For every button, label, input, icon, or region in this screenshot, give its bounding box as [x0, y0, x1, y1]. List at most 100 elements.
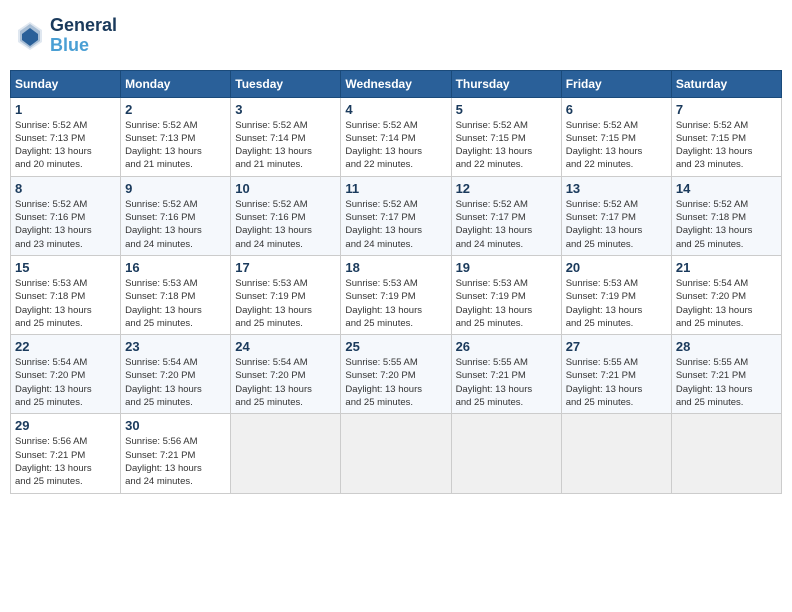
day-number: 10 — [235, 181, 336, 196]
day-info: Sunrise: 5:52 AM Sunset: 7:16 PM Dayligh… — [235, 198, 336, 251]
day-info: Sunrise: 5:54 AM Sunset: 7:20 PM Dayligh… — [676, 277, 777, 330]
calendar-cell: 15Sunrise: 5:53 AM Sunset: 7:18 PM Dayli… — [11, 255, 121, 334]
day-info: Sunrise: 5:52 AM Sunset: 7:15 PM Dayligh… — [676, 119, 777, 172]
day-info: Sunrise: 5:55 AM Sunset: 7:21 PM Dayligh… — [456, 356, 557, 409]
day-number: 13 — [566, 181, 667, 196]
weekday-header: Monday — [121, 70, 231, 97]
day-number: 3 — [235, 102, 336, 117]
day-number: 2 — [125, 102, 226, 117]
calendar-cell: 20 Sunrise: 5:53 AM Sunset: 7:19 PM Dayli… — [561, 255, 671, 334]
calendar-cell: 25 Sunrise: 5:55 AM Sunset: 7:20 PM Dayli… — [341, 335, 451, 414]
weekday-header: Saturday — [671, 70, 781, 97]
calendar-cell: 23 Sunrise: 5:54 AM Sunset: 7:20 PM Dayli… — [121, 335, 231, 414]
day-info: Sunrise: 5:52 AM Sunset: 7:16 PM Dayligh… — [125, 198, 226, 251]
day-info: Sunrise: 5:52 AM Sunset: 7:15 PM Dayligh… — [566, 119, 667, 172]
calendar-cell: 5 Sunrise: 5:52 AM Sunset: 7:15 PM Daylig… — [451, 97, 561, 176]
calendar-cell: 2Sunrise: 5:52 AM Sunset: 7:13 PM Daylig… — [121, 97, 231, 176]
calendar-cell: 6 Sunrise: 5:52 AM Sunset: 7:15 PM Daylig… — [561, 97, 671, 176]
day-number: 4 — [345, 102, 446, 117]
calendar-cell: 4 Sunrise: 5:52 AM Sunset: 7:14 PM Daylig… — [341, 97, 451, 176]
day-info: Sunrise: 5:52 AM Sunset: 7:14 PM Dayligh… — [235, 119, 336, 172]
calendar-cell — [451, 414, 561, 493]
day-info: Sunrise: 5:55 AM Sunset: 7:20 PM Dayligh… — [345, 356, 446, 409]
calendar-cell: 14Sunrise: 5:52 AM Sunset: 7:18 PM Dayli… — [671, 176, 781, 255]
day-number: 11 — [345, 181, 446, 196]
weekday-header: Sunday — [11, 70, 121, 97]
day-number: 23 — [125, 339, 226, 354]
day-info: Sunrise: 5:53 AM Sunset: 7:18 PM Dayligh… — [125, 277, 226, 330]
day-number: 25 — [345, 339, 446, 354]
calendar-cell: 10 Sunrise: 5:52 AM Sunset: 7:16 PM Dayli… — [231, 176, 341, 255]
calendar-cell: 1 Sunrise: 5:52 AM Sunset: 7:13 PM Daylig… — [11, 97, 121, 176]
logo: General Blue — [14, 16, 117, 56]
calendar-cell: 27Sunrise: 5:55 AM Sunset: 7:21 PM Dayli… — [561, 335, 671, 414]
day-info: Sunrise: 5:54 AM Sunset: 7:20 PM Dayligh… — [125, 356, 226, 409]
calendar-cell: 19Sunrise: 5:53 AM Sunset: 7:19 PM Dayli… — [451, 255, 561, 334]
day-number: 1 — [15, 102, 116, 117]
day-info: Sunrise: 5:53 AM Sunset: 7:19 PM Dayligh… — [235, 277, 336, 330]
day-number: 7 — [676, 102, 777, 117]
calendar-cell: 16 Sunrise: 5:53 AM Sunset: 7:18 PM Dayli… — [121, 255, 231, 334]
calendar-cell: 3 Sunrise: 5:52 AM Sunset: 7:14 PM Daylig… — [231, 97, 341, 176]
day-number: 28 — [676, 339, 777, 354]
day-info: Sunrise: 5:52 AM Sunset: 7:18 PM Dayligh… — [676, 198, 777, 251]
day-number: 24 — [235, 339, 336, 354]
day-info: Sunrise: 5:53 AM Sunset: 7:19 PM Dayligh… — [345, 277, 446, 330]
day-info: Sunrise: 5:53 AM Sunset: 7:18 PM Dayligh… — [15, 277, 116, 330]
day-number: 9 — [125, 181, 226, 196]
calendar-cell: 12 Sunrise: 5:52 AM Sunset: 7:17 PM Dayli… — [451, 176, 561, 255]
day-info: Sunrise: 5:52 AM Sunset: 7:15 PM Dayligh… — [456, 119, 557, 172]
calendar-week-row: 29 Sunrise: 5:56 AM Sunset: 7:21 PM Dayli… — [11, 414, 782, 493]
day-info: Sunrise: 5:52 AM Sunset: 7:14 PM Dayligh… — [345, 119, 446, 172]
day-number: 22 — [15, 339, 116, 354]
day-number: 19 — [456, 260, 557, 275]
calendar-cell: 24Sunrise: 5:54 AM Sunset: 7:20 PM Dayli… — [231, 335, 341, 414]
day-info: Sunrise: 5:55 AM Sunset: 7:21 PM Dayligh… — [676, 356, 777, 409]
day-info: Sunrise: 5:52 AM Sunset: 7:17 PM Dayligh… — [566, 198, 667, 251]
calendar-cell — [231, 414, 341, 493]
day-info: Sunrise: 5:53 AM Sunset: 7:19 PM Dayligh… — [566, 277, 667, 330]
weekday-header: Friday — [561, 70, 671, 97]
day-number: 12 — [456, 181, 557, 196]
calendar-cell: 9 Sunrise: 5:52 AM Sunset: 7:16 PM Daylig… — [121, 176, 231, 255]
day-number: 5 — [456, 102, 557, 117]
day-info: Sunrise: 5:52 AM Sunset: 7:17 PM Dayligh… — [345, 198, 446, 251]
calendar-cell — [341, 414, 451, 493]
calendar-cell: 8 Sunrise: 5:52 AM Sunset: 7:16 PM Daylig… — [11, 176, 121, 255]
day-info: Sunrise: 5:56 AM Sunset: 7:21 PM Dayligh… — [125, 435, 226, 488]
calendar-cell — [561, 414, 671, 493]
day-number: 20 — [566, 260, 667, 275]
calendar-week-row: 1 Sunrise: 5:52 AM Sunset: 7:13 PM Daylig… — [11, 97, 782, 176]
day-number: 18 — [345, 260, 446, 275]
header: General Blue — [10, 10, 782, 62]
calendar-header-row: SundayMondayTuesdayWednesdayThursdayFrid… — [11, 70, 782, 97]
calendar-cell: 13 Sunrise: 5:52 AM Sunset: 7:17 PM Dayli… — [561, 176, 671, 255]
day-number: 29 — [15, 418, 116, 433]
day-number: 6 — [566, 102, 667, 117]
day-number: 16 — [125, 260, 226, 275]
day-info: Sunrise: 5:55 AM Sunset: 7:21 PM Dayligh… — [566, 356, 667, 409]
day-number: 8 — [15, 181, 116, 196]
day-number: 26 — [456, 339, 557, 354]
day-info: Sunrise: 5:52 AM Sunset: 7:13 PM Dayligh… — [15, 119, 116, 172]
calendar-cell: 30 Sunrise: 5:56 AM Sunset: 7:21 PM Dayli… — [121, 414, 231, 493]
calendar-cell: 26 Sunrise: 5:55 AM Sunset: 7:21 PM Dayli… — [451, 335, 561, 414]
weekday-header: Tuesday — [231, 70, 341, 97]
calendar-cell: 17Sunrise: 5:53 AM Sunset: 7:19 PM Dayli… — [231, 255, 341, 334]
day-info: Sunrise: 5:54 AM Sunset: 7:20 PM Dayligh… — [15, 356, 116, 409]
calendar-cell: 18 Sunrise: 5:53 AM Sunset: 7:19 PM Dayli… — [341, 255, 451, 334]
day-info: Sunrise: 5:52 AM Sunset: 7:16 PM Dayligh… — [15, 198, 116, 251]
calendar-cell: 29Sunrise: 5:56 AM Sunset: 7:21 PM Dayli… — [11, 414, 121, 493]
logo-icon — [14, 20, 46, 52]
calendar-cell: 22 Sunrise: 5:54 AM Sunset: 7:20 PM Dayli… — [11, 335, 121, 414]
calendar-week-row: 8 Sunrise: 5:52 AM Sunset: 7:16 PM Daylig… — [11, 176, 782, 255]
calendar: SundayMondayTuesdayWednesdayThursdayFrid… — [10, 70, 782, 494]
weekday-header: Wednesday — [341, 70, 451, 97]
calendar-cell: 11 Sunrise: 5:52 AM Sunset: 7:17 PM Dayli… — [341, 176, 451, 255]
day-number: 30 — [125, 418, 226, 433]
calendar-cell: 28 Sunrise: 5:55 AM Sunset: 7:21 PM Dayli… — [671, 335, 781, 414]
weekday-header: Thursday — [451, 70, 561, 97]
day-info: Sunrise: 5:52 AM Sunset: 7:17 PM Dayligh… — [456, 198, 557, 251]
logo-text: General Blue — [50, 16, 117, 56]
calendar-cell — [671, 414, 781, 493]
